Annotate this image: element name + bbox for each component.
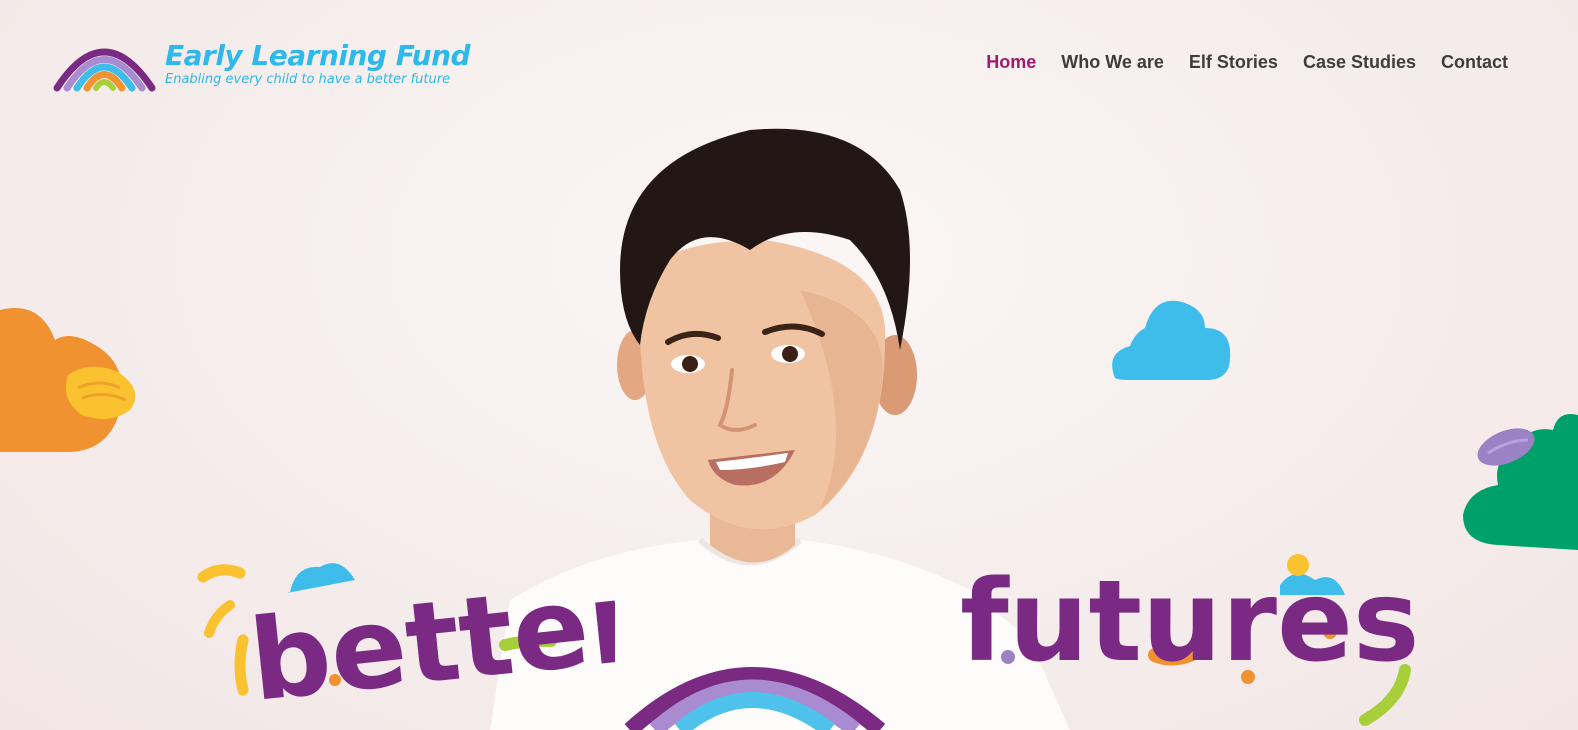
green-cloud-decoration xyxy=(1463,414,1578,550)
nav-item-home[interactable]: Home xyxy=(986,52,1036,73)
nav-item-who-we-are[interactable]: Who We are xyxy=(1061,52,1164,73)
main-navigation: Home Who We are Elf Stories Case Studies… xyxy=(986,52,1508,73)
hero-headline-better: better xyxy=(197,556,615,720)
nav-item-elf-stories[interactable]: Elf Stories xyxy=(1189,52,1278,73)
hero-headline-futures: futures xyxy=(960,554,1420,726)
nav-item-case-studies[interactable]: Case Studies xyxy=(1303,52,1416,73)
headline-futures-text: futures xyxy=(960,557,1420,687)
logo-tagline: Enabling every child to have a better fu… xyxy=(165,71,451,87)
nav-item-contact[interactable]: Contact xyxy=(1441,52,1508,73)
rainbow-icon xyxy=(53,48,156,92)
site-header: Early Learning Fund Enabling every child… xyxy=(0,0,1578,125)
orange-cloud-decoration xyxy=(0,308,136,452)
blue-cloud-decoration xyxy=(1112,300,1231,380)
logo-title: Early Learning Fund xyxy=(165,38,471,72)
logo-link[interactable]: Early Learning Fund Enabling every child… xyxy=(52,36,471,92)
